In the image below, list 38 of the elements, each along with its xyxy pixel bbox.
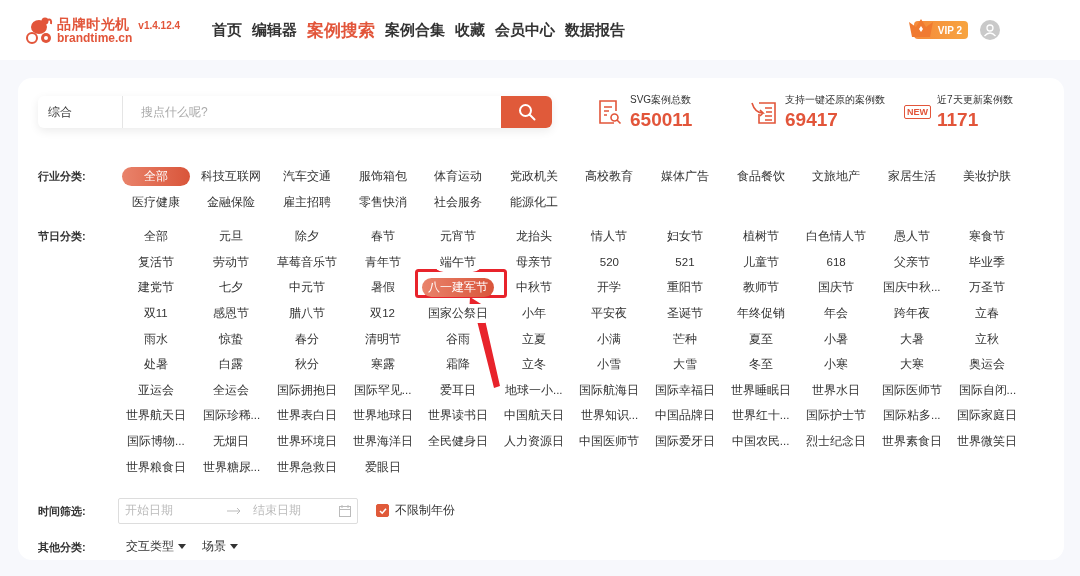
crown-icon [907,18,934,38]
stat-label: 近7天更新案例数 [937,93,1013,107]
restore-document-icon [751,99,777,125]
stat-label: 支持一键还原的案例数 [785,93,885,107]
nav-link[interactable]: 编辑器 [252,20,298,40]
checkbox[interactable] [376,504,389,518]
nav-link[interactable]: 案例搜索 [307,18,376,42]
dropdown[interactable]: 交互类型 [126,539,186,555]
calendar-icon [339,504,351,517]
stat-label: SVG案例总数 [630,93,693,107]
caret-icon [230,544,238,550]
filter-label: 行业分类: [38,169,87,184]
nav-link[interactable]: 收藏 [455,20,486,40]
nav-link[interactable]: 案例合集 [385,20,446,40]
stat-value: 650011 [630,109,693,131]
checkbox-label: 不限制年份 [395,502,455,520]
nav-link[interactable]: 首页 [212,20,243,40]
version-label: v1.4.12.4 [138,20,181,31]
rider-logo-icon [25,16,55,44]
filter-label: 时间筛选: [38,503,87,519]
stat-value: 69417 [785,109,839,131]
search-button[interactable] [501,96,552,128]
brand-domain: brandtime.cn [57,31,133,44]
nav-link[interactable]: 数据报告 [565,20,626,40]
brand-name: 品牌时光机 [57,16,131,31]
end-date-placeholder: 结束日期 [253,503,302,519]
document-search-icon [598,98,622,126]
arrow-right-icon [227,506,241,515]
nav-link[interactable]: 会员中心 [495,20,556,40]
search-field[interactable]: 搜点什么呢? [123,96,501,128]
search-icon [517,103,536,121]
start-date-placeholder: 开始日期 [125,503,174,519]
new-badge: NEW [904,105,931,119]
dropdown[interactable]: 场景 [202,539,238,555]
stat-value: 1171 [937,109,980,131]
filter-label: 节日分类: [38,229,87,244]
caret-icon [178,544,186,550]
filter-label: 其他分类: [38,539,87,555]
